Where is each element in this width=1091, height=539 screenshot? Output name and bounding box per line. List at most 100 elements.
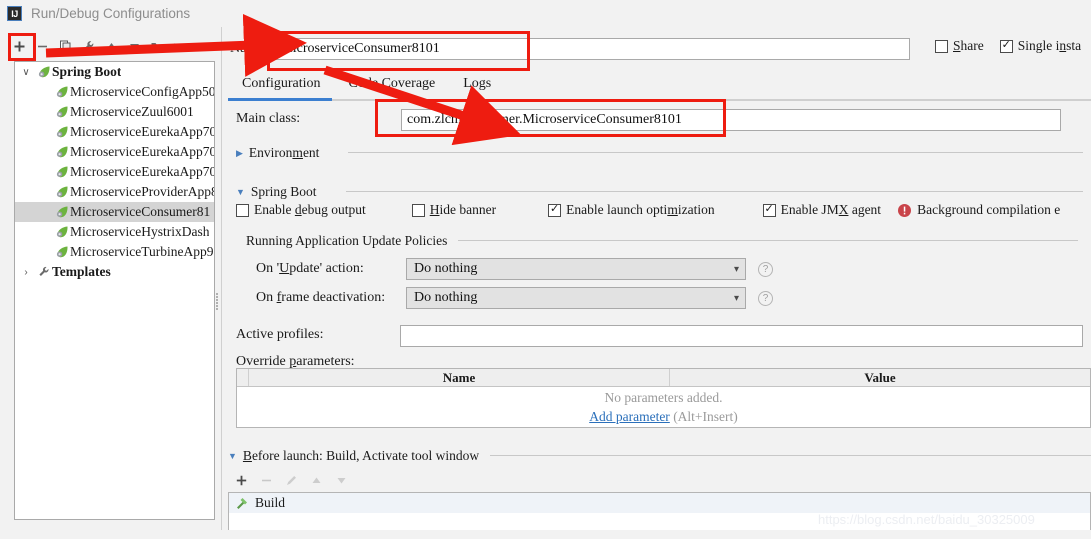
on-frame-deactivation-value: Do nothing <box>414 290 478 305</box>
before-launch-toolbar <box>230 468 430 492</box>
background-compilation-warning: Background compilation e <box>897 202 1060 218</box>
spring-boot-icon <box>53 125 70 139</box>
single-instance-text-a: Single i <box>1017 38 1060 53</box>
on-frame-deactivation-help-icon[interactable]: ? <box>758 290 773 306</box>
share-options: ✓ Share ✓ Single insta <box>935 38 1081 54</box>
share-checkbox-item[interactable]: ✓ Share <box>935 38 984 54</box>
before-launch-divider <box>490 455 1091 456</box>
before-launch-header[interactable]: ▼ Before launch: Build, Activate tool wi… <box>228 448 479 464</box>
spring-boot-icon <box>56 246 68 258</box>
chevron-down-icon[interactable]: ∨ <box>17 67 35 78</box>
spring-boot-label: Spring Boot <box>250 184 317 199</box>
tree-item-microserviceeurekaapp70[interactable]: MicroserviceEurekaApp70 <box>15 162 214 182</box>
update-policies-header: Running Application Update Policies <box>246 233 447 249</box>
spring-boot-icon <box>53 225 70 239</box>
add-configuration-button[interactable] <box>8 35 31 57</box>
enable-jmx-agent-item[interactable]: ✓ Enable JMX agent <box>762 202 881 218</box>
panel-splitter[interactable] <box>213 292 221 312</box>
column-header-value[interactable]: Value <box>670 369 1090 386</box>
tree-item-microserviceconfigapp50[interactable]: MicroserviceConfigApp50 <box>15 82 214 102</box>
tree-item-label: MicroserviceEurekaApp70 <box>70 124 214 139</box>
enable-debug-output-checkbox[interactable]: ✓ <box>236 203 249 217</box>
tree-item-microserviceturbineapp9[interactable]: MicroserviceTurbineApp9 <box>15 242 214 262</box>
configurations-toolbar: La <box>0 32 213 60</box>
single-instance-label: Single insta <box>1017 38 1082 53</box>
main-class-row: Main class: <box>236 111 401 127</box>
tab-configuration[interactable]: Configuration <box>228 74 335 97</box>
main-class-input[interactable] <box>401 109 1061 131</box>
spring-boot-icon <box>56 166 68 178</box>
background-compilation-text: Background compilation e <box>917 202 1061 217</box>
add-parameter-row: Add parameter (Alt+Insert) <box>237 409 1090 425</box>
configurations-tree[interactable]: ∨ Spring Boot MicroserviceConfigApp50 Micro… <box>14 61 215 520</box>
svg-text:La: La <box>174 43 181 49</box>
name-input[interactable] <box>273 38 911 60</box>
folder-icon[interactable] <box>146 35 169 57</box>
spring-boot-icon <box>56 86 68 98</box>
hide-banner-label: Hide banner <box>429 202 497 217</box>
watermark: https://blog.csdn.net/baidu_30325009 <box>818 512 1035 527</box>
copy-configuration-button[interactable] <box>54 35 77 57</box>
tab-logs[interactable]: Logs <box>449 74 505 97</box>
tree-item-label: Spring Boot <box>52 64 122 79</box>
spring-boot-icon <box>56 206 68 218</box>
spring-boot-section-header[interactable]: ▼ Spring Boot <box>236 184 317 200</box>
on-frame-deactivation-select[interactable]: Do nothing ▾ <box>406 287 746 309</box>
chevron-down-icon: ▾ <box>733 263 739 275</box>
remove-task-button <box>255 469 278 491</box>
share-checkbox[interactable]: ✓ <box>935 39 948 53</box>
tab-code-coverage[interactable]: Code Coverage <box>335 74 450 97</box>
enable-debug-output-item[interactable]: ✓ Enable debug output <box>236 202 366 218</box>
tree-item-label: MicroserviceEurekaApp70 <box>70 144 214 159</box>
on-frame-deactivation-row: On frame deactivation: Do nothing ▾ ? <box>256 287 1076 309</box>
pencil-icon <box>280 469 303 491</box>
before-launch-label: Before launch: Build, Activate tool wind… <box>242 448 480 463</box>
hide-banner-checkbox[interactable]: ✓ <box>411 203 425 217</box>
enable-debug-output-label: Enable debug output <box>254 202 366 217</box>
enable-jmx-agent-checkbox[interactable]: ✓ <box>762 203 776 217</box>
tree-item-label: MicroserviceEurekaApp70 <box>70 164 214 179</box>
active-profiles-label: Active profiles: <box>236 327 324 342</box>
enable-launch-optimization-checkbox[interactable]: ✓ <box>548 203 562 217</box>
wrench-icon <box>38 266 48 277</box>
wrench-icon[interactable] <box>77 35 100 57</box>
tree-item-microserviceconsumer81[interactable]: MicroserviceConsumer81 <box>15 202 214 222</box>
tree-item-templates[interactable]: › Templates <box>15 262 214 282</box>
tree-item-microserviceproviderapp8[interactable]: MicroserviceProviderApp8 <box>15 182 214 202</box>
hide-banner-item[interactable]: ✓ Hide banner <box>411 202 497 218</box>
column-header-name[interactable]: Name <box>249 369 670 386</box>
tree-item-microserviceeurekaapp70[interactable]: MicroserviceEurekaApp70 <box>15 142 214 162</box>
chevron-right-icon[interactable]: › <box>17 267 35 278</box>
environment-section-header[interactable]: ▶ Environment <box>236 145 319 161</box>
single-instance-checkbox-item[interactable]: ✓ Single insta <box>999 38 1082 54</box>
tree-item-microservicezuul6001[interactable]: MicroserviceZuul6001 <box>15 102 214 122</box>
before-launch-rest: efore launch: Build, Activate tool windo… <box>251 448 480 463</box>
tree-item-label: Templates <box>52 264 111 279</box>
move-task-down-button <box>330 469 353 491</box>
bottom-strip <box>0 530 1091 539</box>
error-circle-icon <box>897 203 912 218</box>
spring-boot-icon <box>56 186 68 198</box>
add-parameter-link[interactable]: Add parameter <box>589 409 670 424</box>
sort-alphabetically-icon: La <box>169 35 192 57</box>
list-item[interactable]: Build <box>229 493 1090 513</box>
single-instance-checkbox[interactable]: ✓ <box>999 39 1013 53</box>
tab-underline-track <box>228 99 1091 101</box>
on-update-help-icon[interactable]: ? <box>758 261 773 277</box>
spring-boot-icon <box>38 66 50 78</box>
add-task-button[interactable] <box>230 469 253 491</box>
tree-item-label: MicroserviceConsumer81 <box>70 204 211 219</box>
active-profiles-input[interactable] <box>400 325 1083 347</box>
tree-item-microservicehystrixdash[interactable]: MicroserviceHystrixDash <box>15 222 214 242</box>
configuration-panel: Main class: ▶ Environment ▼ Spring Boot … <box>228 103 1091 443</box>
enable-launch-optimization-item[interactable]: ✓ Enable launch optimization <box>548 202 715 218</box>
arrow-up-icon[interactable] <box>100 35 123 57</box>
tree-item-microserviceeurekaapp70[interactable]: MicroserviceEurekaApp70 <box>15 122 214 142</box>
override-parameters-table[interactable]: Name Value No parameters added. Add para… <box>236 368 1091 428</box>
arrow-down-icon[interactable] <box>123 35 146 57</box>
spring-boot-icon <box>53 205 70 219</box>
tree-item-spring-boot[interactable]: ∨ Spring Boot <box>15 62 214 82</box>
intellij-idea-icon: IJ <box>7 6 22 21</box>
remove-configuration-button[interactable] <box>31 35 54 57</box>
on-update-action-select[interactable]: Do nothing ▾ <box>406 258 746 280</box>
